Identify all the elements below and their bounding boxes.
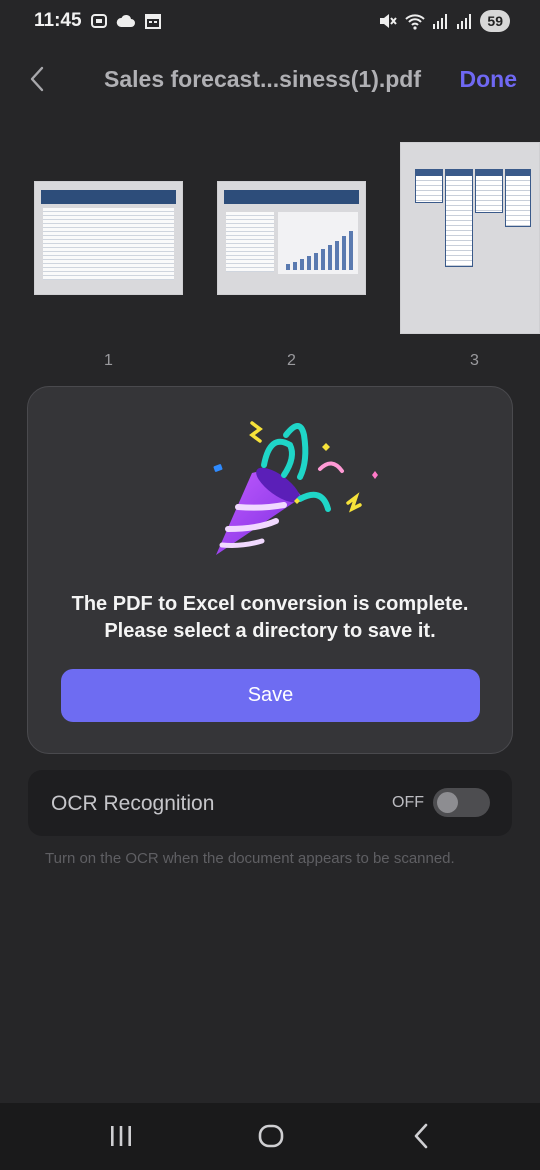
status-bar: 11:45 59 [0, 0, 540, 44]
recent-apps-button[interactable] [106, 1121, 136, 1151]
signal-icon [433, 14, 448, 29]
home-button[interactable] [256, 1121, 286, 1151]
ocr-state: OFF [392, 794, 424, 811]
recent-apps-icon [111, 1126, 131, 1146]
top-app-bar: Sales forecast...siness(1).pdf Done [0, 56, 540, 104]
ocr-hint: Turn on the OCR when the document appear… [45, 850, 455, 867]
document-title: Sales forecast...siness(1).pdf [104, 66, 422, 92]
page-thumbnail-1[interactable] [34, 181, 183, 295]
bar-chart-thumbnail [278, 212, 358, 274]
conversion-message-line2: Please select a directory to save it. [104, 620, 436, 642]
ocr-toggle[interactable] [433, 788, 490, 817]
party-popper-icon [213, 421, 378, 555]
signal-icon [457, 14, 472, 29]
calendar-icon [145, 14, 161, 29]
conversion-message: The PDF to Excel conversion is complete.… [28, 591, 512, 645]
page-number-2: 2 [287, 352, 296, 369]
mute-icon [380, 14, 398, 28]
status-time: 11:45 [34, 10, 82, 31]
chevron-left-icon [30, 66, 44, 92]
screenshot-icon [91, 14, 107, 28]
page-thumbnail-3[interactable] [400, 142, 540, 334]
back-button[interactable] [24, 64, 52, 94]
done-button[interactable]: Done [460, 66, 518, 93]
nav-back-button[interactable] [406, 1121, 436, 1151]
system-nav-bar [0, 1103, 540, 1170]
page-number-3: 3 [470, 352, 479, 369]
screen: 11:45 59 Sales forecast...siness(1).pdf … [0, 0, 540, 1170]
conversion-message-line1: The PDF to Excel conversion is complete. [71, 593, 469, 615]
battery-level: 59 [480, 10, 510, 32]
page-thumbnail-2[interactable] [217, 181, 366, 295]
cloud-icon [116, 14, 135, 27]
page-number-1: 1 [104, 352, 113, 369]
page-thumbnails: 1 2 3 [0, 140, 540, 380]
home-icon [258, 1124, 284, 1148]
back-icon [414, 1123, 428, 1149]
ocr-label: OCR Recognition [51, 792, 215, 815]
ocr-recognition-row: OCR Recognition OFF [28, 770, 512, 836]
toggle-knob [437, 792, 458, 813]
wifi-icon [405, 14, 426, 30]
save-button[interactable]: Save [61, 669, 480, 722]
conversion-complete-dialog: The PDF to Excel conversion is complete.… [27, 386, 513, 754]
